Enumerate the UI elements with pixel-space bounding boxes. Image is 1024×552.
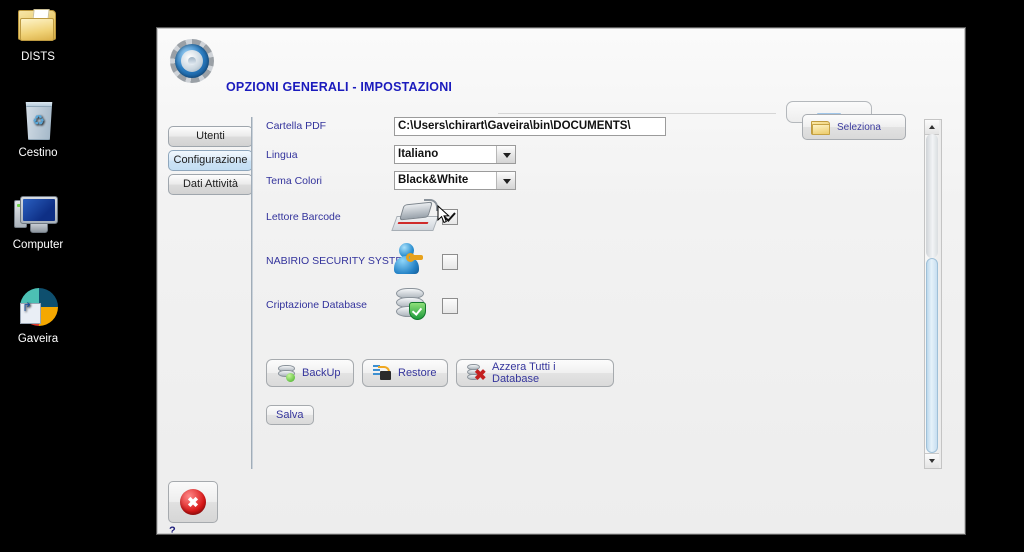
row-database-encryption: Criptazione Database bbox=[266, 287, 904, 331]
security-system-checkbox[interactable] bbox=[442, 254, 458, 270]
row-barcode-reader: Lettore Barcode bbox=[266, 199, 904, 243]
backup-button-label: BackUp bbox=[302, 367, 341, 379]
restore-button-label: Restore bbox=[398, 367, 437, 379]
desktop-background: DISTS ♻ Cestino Computer Gaveira OPZIONI… bbox=[0, 0, 1024, 552]
computer-icon bbox=[14, 192, 62, 236]
barcode-scanner-icon bbox=[391, 199, 439, 231]
desktop-icon-label: Gaveira bbox=[17, 333, 59, 345]
language-select[interactable]: Italiano bbox=[394, 145, 516, 164]
help-marker: ? bbox=[169, 525, 176, 534]
window-titlebar: OPZIONI GENERALI - IMPOSTAZIONI bbox=[158, 29, 964, 94]
settings-window: OPZIONI GENERALI - IMPOSTAZIONI Utenti C… bbox=[157, 28, 965, 534]
window-body: OPZIONI GENERALI - IMPOSTAZIONI Utenti C… bbox=[158, 29, 964, 533]
tab-list: Utenti Configurazione Dati Attività bbox=[168, 126, 253, 198]
vertical-scrollbar[interactable] bbox=[924, 119, 942, 469]
tab-utenti[interactable]: Utenti bbox=[168, 126, 253, 147]
pdf-folder-label: Cartella PDF bbox=[266, 120, 327, 132]
desktop-icon-gaveira[interactable]: Gaveira bbox=[0, 286, 76, 346]
tab-configurazione[interactable]: Configurazione bbox=[168, 150, 253, 171]
desktop-icon-computer[interactable]: Computer bbox=[0, 192, 76, 252]
gear-icon bbox=[169, 38, 215, 84]
barcode-reader-checkbox[interactable] bbox=[442, 209, 458, 225]
color-theme-select[interactable]: Black&White bbox=[394, 171, 516, 190]
security-system-label: NABIRIO SECURITY SYSTEM bbox=[266, 255, 412, 267]
close-button[interactable] bbox=[168, 481, 218, 523]
language-value: Italiano bbox=[398, 148, 439, 160]
database-add-icon bbox=[277, 364, 295, 382]
database-shield-icon bbox=[394, 287, 426, 320]
user-key-icon bbox=[394, 243, 424, 275]
row-color-theme: Tema Colori Black&White bbox=[266, 169, 904, 199]
color-theme-label: Tema Colori bbox=[266, 175, 323, 187]
scroll-up-icon[interactable] bbox=[925, 120, 939, 135]
backup-button[interactable]: BackUp bbox=[266, 359, 354, 387]
barcode-reader-label: Lettore Barcode bbox=[266, 211, 341, 223]
chevron-down-icon[interactable] bbox=[496, 146, 515, 163]
folder-icon bbox=[811, 120, 830, 135]
recycle-bin-icon: ♻ bbox=[14, 100, 62, 144]
seleziona-button-label: Seleziona bbox=[837, 121, 881, 133]
database-encryption-label: Criptazione Database bbox=[266, 299, 367, 311]
row-pdf-folder: Cartella PDF Seleziona bbox=[266, 113, 906, 143]
restore-button[interactable]: Restore bbox=[362, 359, 448, 387]
desktop-icon-cestino[interactable]: ♻ Cestino bbox=[0, 100, 76, 160]
save-button[interactable]: Salva bbox=[266, 405, 314, 425]
settings-form: Cartella PDF Seleziona Lingua bbox=[266, 101, 906, 331]
desktop-icon-dists[interactable]: DISTS bbox=[0, 4, 76, 64]
row-language: Lingua Italiano bbox=[266, 143, 904, 169]
reset-all-databases-button[interactable]: ✖ Azzera Tutti i Database bbox=[456, 359, 614, 387]
close-icon bbox=[180, 489, 206, 515]
restore-icon bbox=[373, 364, 391, 382]
language-label: Lingua bbox=[266, 149, 298, 161]
tab-dati-attivita[interactable]: Dati Attività bbox=[168, 174, 253, 195]
desktop-icon-label: DISTS bbox=[21, 51, 55, 63]
desktop-icon-label: Computer bbox=[12, 239, 64, 251]
folder-icon bbox=[14, 4, 62, 48]
database-delete-icon: ✖ bbox=[467, 364, 487, 383]
window-content: Utenti Configurazione Dati Attività Cart… bbox=[158, 91, 964, 533]
desktop-icon-label: Cestino bbox=[18, 147, 58, 159]
gaveira-shortcut-icon bbox=[14, 286, 62, 330]
seleziona-button[interactable]: Seleziona bbox=[802, 114, 906, 140]
database-encryption-checkbox[interactable] bbox=[442, 298, 458, 314]
chevron-down-icon[interactable] bbox=[496, 172, 515, 189]
reset-all-databases-label: Azzera Tutti i Database bbox=[492, 361, 556, 385]
vertical-divider bbox=[251, 117, 253, 469]
scrollbar-thumb[interactable] bbox=[926, 258, 938, 453]
scroll-down-icon[interactable] bbox=[925, 453, 939, 468]
color-theme-value: Black&White bbox=[398, 174, 469, 186]
pdf-folder-input[interactable] bbox=[394, 116, 666, 136]
scrollbar-track[interactable] bbox=[926, 134, 938, 258]
row-security-system: NABIRIO SECURITY SYSTEM bbox=[266, 243, 904, 287]
